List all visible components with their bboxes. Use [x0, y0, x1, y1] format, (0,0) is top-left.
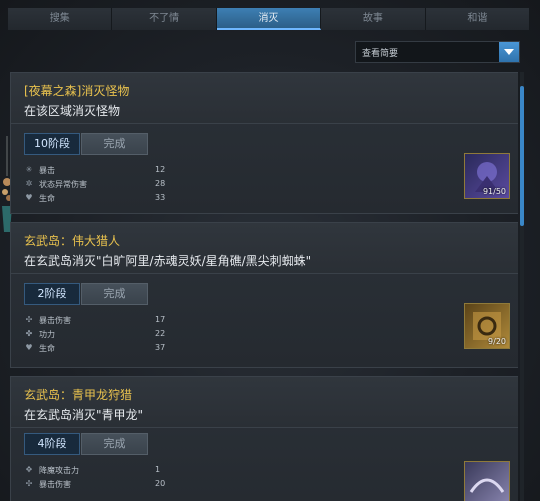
tab-love[interactable]: 不了情: [112, 8, 217, 30]
stat-name: 降魔攻击力: [39, 466, 79, 475]
stat-value: 12: [155, 165, 166, 174]
tab-bar: 搜集 不了情 消灭 故事 和谐: [8, 8, 531, 30]
stat-name: 暴击: [39, 166, 55, 175]
reward-count: 91/50: [482, 187, 506, 196]
scroll-reward-icon[interactable]: 9/20: [464, 303, 510, 349]
quest-title: 玄武岛：青甲龙狩猎: [24, 388, 133, 402]
quest-window: 搜集 不了情 消灭 故事 和谐 查看简要 [夜幕之森]消灭怪物 在该区域消灭怪物…: [0, 0, 540, 501]
stat-value: 28: [155, 179, 166, 188]
tab-eliminate[interactable]: 消灭: [216, 8, 322, 30]
stat-value: 1: [155, 465, 161, 474]
tab-harmony[interactable]: 和谐: [425, 8, 531, 30]
tab-collect[interactable]: 搜集: [8, 8, 113, 30]
chevron-down-icon[interactable]: [499, 42, 519, 62]
heart-icon: ♥: [25, 193, 33, 202]
monster-reward-icon[interactable]: 91/50: [464, 153, 510, 199]
quest-header: 玄武岛：青甲龙狩猎 在玄武岛消灭"青甲龙": [11, 377, 518, 428]
tab-story[interactable]: 故事: [321, 8, 426, 30]
quest-title: [夜幕之森]消灭怪物: [24, 84, 130, 98]
complete-button[interactable]: 完成: [81, 133, 148, 155]
stat-value: 20: [155, 479, 166, 488]
quest-stage-badge: 4阶段: [24, 433, 80, 455]
quest-card[interactable]: [夜幕之森]消灭怪物 在该区域消灭怪物 10阶段 完成 ✳ 暴击 12 ✲ 状态…: [10, 72, 518, 214]
stat-name: 暴击伤害: [39, 316, 71, 325]
stat-name: 生命: [39, 344, 55, 353]
quest-stage-badge: 10阶段: [24, 133, 80, 155]
crit-icon: ✳: [25, 165, 33, 174]
complete-button[interactable]: 完成: [81, 433, 148, 455]
quest-description: 在玄武岛消灭"白旷阿里/赤魂灵妖/星角礁/黑尖刺蜘蛛": [24, 254, 312, 268]
stat-name: 生命: [39, 194, 55, 203]
crit-damage-icon: ✣: [25, 479, 33, 488]
stat-value: 33: [155, 193, 166, 202]
complete-button[interactable]: 完成: [81, 283, 148, 305]
scrollbar[interactable]: [520, 72, 524, 501]
view-filter-value: 查看简要: [362, 49, 399, 59]
stat-value: 17: [155, 315, 166, 324]
reward-count: 9/20: [488, 337, 506, 346]
quest-header: 玄武岛：伟大猎人 在玄武岛消灭"白旷阿里/赤魂灵妖/星角礁/黑尖刺蜘蛛": [11, 223, 518, 274]
stat-name: 暴击伤害: [39, 480, 71, 489]
quest-description: 在玄武岛消灭"青甲龙": [24, 408, 144, 422]
crit-damage-icon: ✣: [25, 315, 33, 324]
stat-value: 22: [155, 329, 166, 338]
stat-value: 37: [155, 343, 166, 352]
quest-title: 玄武岛：伟大猎人: [24, 234, 121, 248]
demon-attack-icon: ✥: [25, 465, 33, 474]
quest-card[interactable]: 玄武岛：青甲龙狩猎 在玄武岛消灭"青甲龙" 4阶段 完成 ✥ 降魔攻击力 1 ✣…: [10, 376, 518, 501]
scrollbar-thumb[interactable]: [520, 86, 524, 226]
stat-name: 状态异常伤害: [39, 180, 87, 189]
quest-stage-badge: 2阶段: [24, 283, 80, 305]
heart-icon: ♥: [25, 343, 33, 352]
status-damage-icon: ✲: [25, 179, 33, 188]
stat-name: 功力: [39, 330, 55, 339]
dragon-reward-icon[interactable]: [464, 461, 510, 501]
quest-list: [夜幕之森]消灭怪物 在该区域消灭怪物 10阶段 完成 ✳ 暴击 12 ✲ 状态…: [10, 72, 518, 501]
quest-description: 在该区域消灭怪物: [24, 104, 121, 118]
view-filter-dropdown[interactable]: 查看简要: [355, 41, 520, 63]
quest-header: [夜幕之森]消灭怪物 在该区域消灭怪物: [11, 73, 518, 124]
quest-card[interactable]: 玄武岛：伟大猎人 在玄武岛消灭"白旷阿里/赤魂灵妖/星角礁/黑尖刺蜘蛛" 2阶段…: [10, 222, 518, 368]
power-icon: ✤: [25, 329, 33, 338]
